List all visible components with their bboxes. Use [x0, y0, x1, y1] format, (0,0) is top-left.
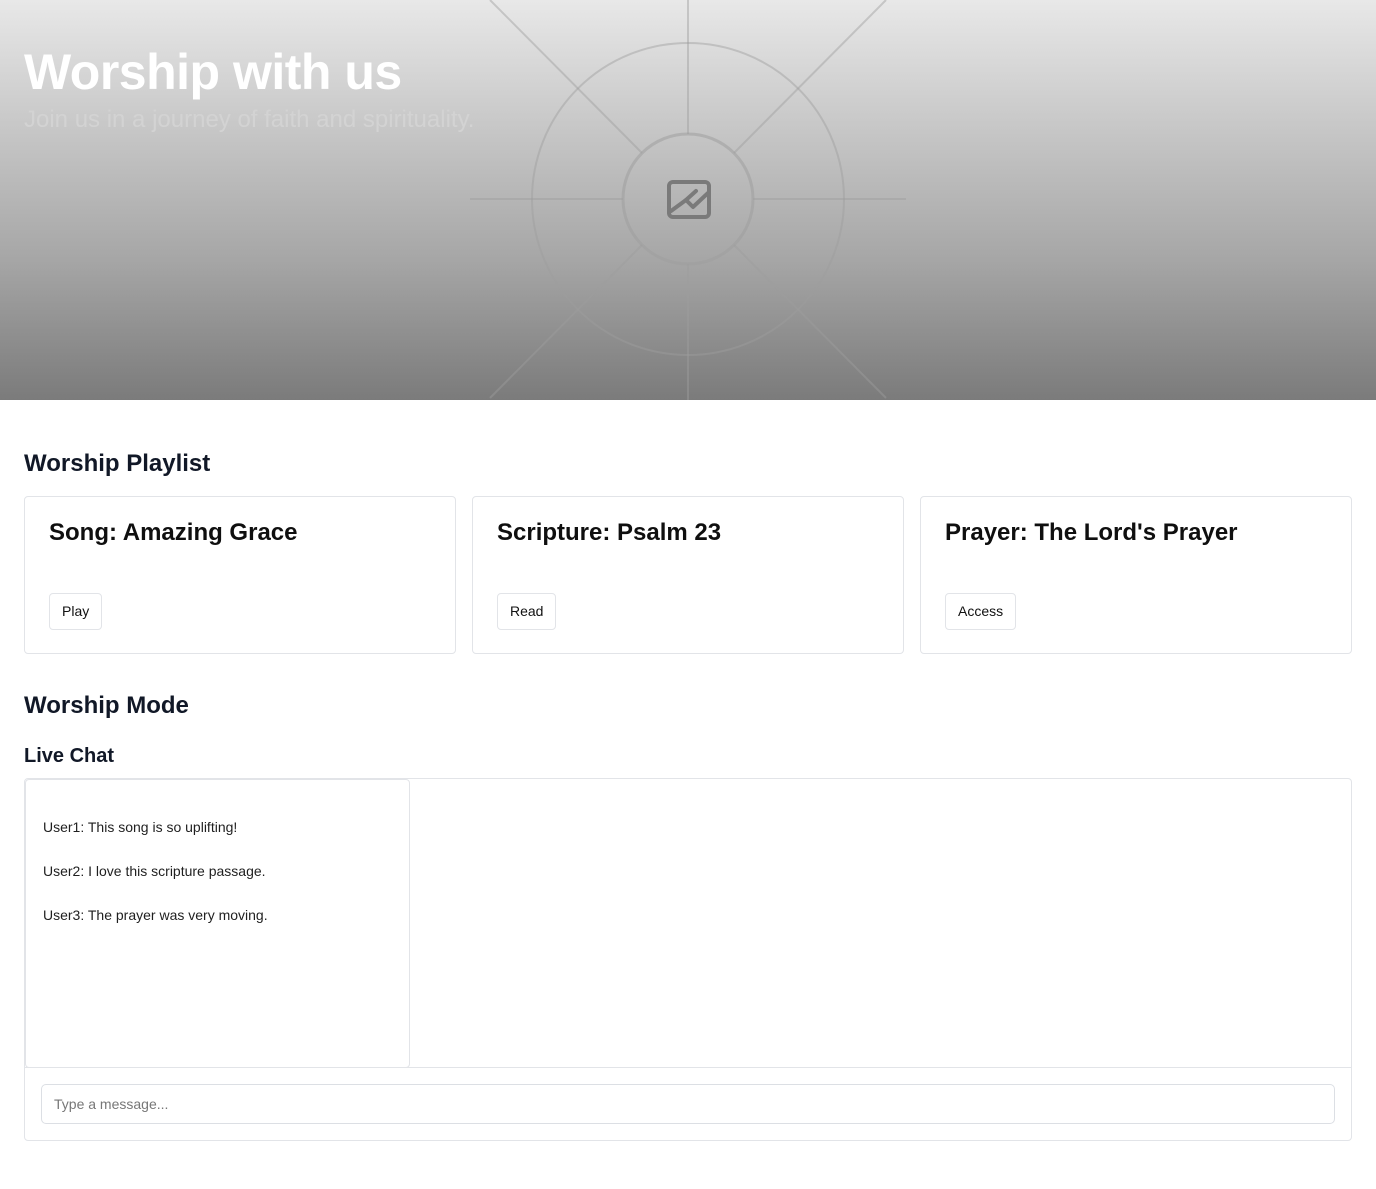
chat-divider — [25, 1067, 1351, 1068]
chat-message-input[interactable] — [41, 1084, 1335, 1124]
chat-message: User3: The prayer was very moving. — [43, 907, 268, 923]
play-button[interactable]: Play — [49, 593, 103, 630]
worship-mode-heading: Worship Mode — [24, 692, 189, 719]
card-title: Song: Amazing Grace — [49, 519, 298, 546]
chat-message-list[interactable]: User1: This song is so uplifting! User2:… — [25, 779, 410, 1068]
hero-banner: Worship with us Join us in a journey of … — [0, 0, 1376, 400]
image-placeholder-icon — [667, 180, 711, 219]
chat-message: User1: This song is so uplifting! — [43, 819, 238, 835]
playlist-heading: Worship Playlist — [24, 450, 211, 477]
live-chat-panel: User1: This song is so uplifting! User2:… — [24, 778, 1352, 1141]
playlist-card-scripture: Scripture: Psalm 23 Read — [472, 496, 904, 654]
hero-subtitle: Join us in a journey of faith and spirit… — [24, 106, 475, 133]
playlist-card-song: Song: Amazing Grace Play — [24, 496, 456, 654]
card-title: Scripture: Psalm 23 — [497, 519, 722, 546]
card-title: Prayer: The Lord's Prayer — [945, 519, 1238, 546]
chat-message: User2: I love this scripture passage. — [43, 863, 266, 879]
hero-title: Worship with us — [24, 44, 402, 100]
read-button[interactable]: Read — [497, 593, 557, 630]
playlist-card-prayer: Prayer: The Lord's Prayer Access — [920, 496, 1352, 654]
live-chat-heading: Live Chat — [24, 745, 115, 767]
access-button[interactable]: Access — [945, 593, 1017, 630]
